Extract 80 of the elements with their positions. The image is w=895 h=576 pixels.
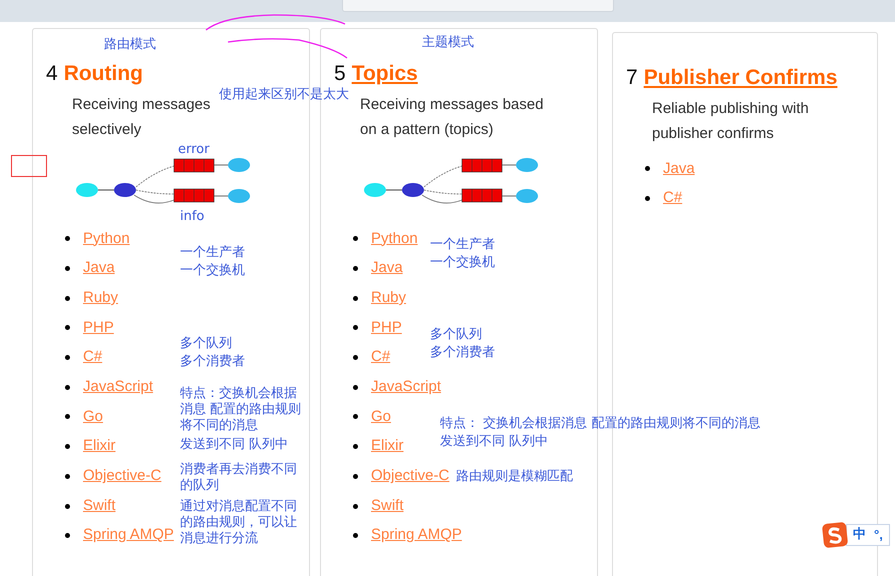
handwritten-note: 多个消费者: [180, 354, 245, 370]
handwritten-note: info: [180, 209, 204, 225]
tutorial-number: 4: [46, 61, 58, 87]
bullet-icon: [65, 384, 70, 390]
handwritten-note: 路由规则是模糊匹配: [456, 469, 573, 485]
language-link[interactable]: JavaScript: [371, 376, 442, 399]
tutorial-description: Receiving messages selectively: [72, 95, 212, 140]
handwritten-note: 多个消费者: [430, 345, 495, 361]
language-link[interactable]: Objective-C: [83, 465, 162, 488]
tutorial-title-link[interactable]: Topics: [352, 60, 418, 88]
tutorial-title-link[interactable]: Publisher Confirms: [644, 64, 838, 92]
language-link[interactable]: Python: [83, 228, 130, 250]
bullet-icon: [65, 414, 70, 420]
handwritten-note: 主题模式: [422, 35, 474, 51]
handwritten-note: 一个生产者: [180, 245, 245, 261]
handwritten-note: 多个队列: [430, 327, 482, 343]
bullet-icon: [353, 533, 358, 538]
bullet-icon: [65, 444, 70, 450]
bullet-icon: [645, 196, 650, 202]
tutorial-number: 5: [334, 61, 346, 87]
bullet-icon: [65, 266, 70, 272]
language-link[interactable]: JavaScript: [83, 376, 154, 399]
handwritten-note: 通过对消息配置不同的路由规则，可以让消息进行分流: [180, 499, 298, 547]
bullet-icon: [353, 355, 358, 360]
bullet-icon: [353, 414, 358, 420]
bullet-icon: [353, 444, 358, 450]
language-link[interactable]: Go: [371, 406, 392, 428]
tutorial-description: Reliable publishing with publisher confirms: [652, 99, 810, 144]
language-link[interactable]: Java: [663, 158, 695, 180]
ime-punctuation-toggle[interactable]: °,: [874, 525, 883, 545]
language-link[interactable]: PHP: [83, 316, 114, 340]
bullet-icon: [353, 474, 358, 479]
language-link[interactable]: Elixir: [371, 435, 404, 458]
language-link[interactable]: Elixir: [83, 435, 116, 458]
handwritten-note: 一个生产者: [430, 237, 495, 253]
handwritten-note: 一个交换机: [430, 255, 495, 271]
tutorial-description: Receiving messages based on a pattern (topics): [360, 95, 544, 140]
language-link[interactable]: Python: [371, 228, 418, 250]
language-link[interactable]: C#: [663, 187, 682, 210]
handwritten-note: 发送到不同 队列中: [180, 437, 290, 453]
bullet-icon: [65, 533, 70, 538]
ime-mode-toggle[interactable]: 中: [853, 525, 866, 545]
language-link[interactable]: Java: [371, 257, 403, 280]
language-link[interactable]: Ruby: [371, 286, 406, 310]
bullet-icon: [645, 166, 650, 172]
handwritten-note: 使用起来区别不是太大: [219, 87, 349, 103]
handwritten-note: 发送到不同 队列中: [440, 434, 548, 450]
bullet-icon: [65, 296, 70, 301]
language-link[interactable]: PHP: [371, 316, 402, 340]
language-link[interactable]: Swift: [83, 494, 116, 518]
language-link[interactable]: Swift: [371, 494, 404, 518]
handwritten-note: error: [178, 142, 210, 158]
handwritten-note: 路由模式: [104, 37, 156, 53]
bullet-icon: [353, 325, 358, 330]
bullet-icon: [65, 355, 70, 360]
language-link[interactable]: Objective-C: [371, 465, 450, 488]
handwritten-note: 特点：交换机会根据消息 配置的路由规则将不同的消息: [180, 386, 302, 434]
language-link[interactable]: C#: [371, 346, 390, 369]
bullet-icon: [353, 384, 358, 390]
highlight-rectangle: [11, 155, 47, 177]
language-link[interactable]: Java: [83, 257, 115, 280]
bullet-icon: [353, 296, 358, 301]
language-link[interactable]: Go: [83, 406, 104, 428]
bullet-icon: [65, 236, 70, 242]
language-link[interactable]: Ruby: [83, 286, 118, 310]
handwritten-note: 一个交换机: [180, 263, 245, 279]
handwritten-note: 多个队列: [180, 336, 232, 352]
language-link[interactable]: Spring AMQP: [371, 524, 462, 547]
bullet-icon: [65, 325, 70, 330]
bullet-icon: [353, 266, 358, 272]
bullet-icon: [353, 236, 358, 242]
tutorial-number: 7: [626, 65, 638, 91]
bullet-icon: [65, 474, 70, 479]
handwritten-note: 特点： 交换机会根据消息 配置的路由规则将不同的消息: [440, 416, 760, 432]
bullet-icon: [353, 504, 358, 509]
language-link[interactable]: C#: [83, 346, 102, 369]
language-link[interactable]: Spring AMQP: [83, 524, 174, 547]
handwritten-note: 消费者再去消费不同的队列: [180, 462, 298, 494]
bullet-icon: [65, 504, 70, 509]
tutorial-title-link[interactable]: Routing: [64, 60, 143, 88]
